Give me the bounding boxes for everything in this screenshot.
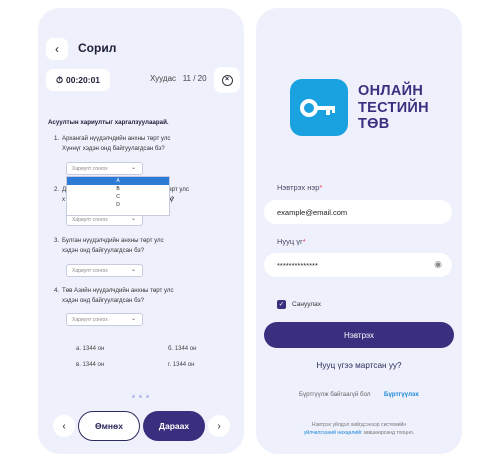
dropdown-option-c[interactable]: C — [67, 193, 169, 201]
close-icon: × — [221, 74, 233, 86]
prev-arrow-button[interactable]: ‹ — [53, 415, 75, 437]
dropdown-option-d[interactable]: D — [67, 201, 169, 209]
password-input[interactable]: ************** ◉ — [264, 253, 452, 277]
answer-select-3[interactable]: Хариулт сонгох ⌄ — [66, 264, 143, 277]
close-button[interactable]: × — [214, 67, 240, 93]
question-text: Төв Азийн нүүдэлчдийн анхны төрт улс хэдэ… — [62, 287, 174, 304]
eye-off-icon[interactable]: ◉ — [434, 259, 442, 270]
logo — [290, 79, 348, 136]
brand-name: ОНЛАЙН ТЕСТИЙН ТӨВ — [358, 83, 429, 132]
terms-link[interactable]: үйлчилгээний нөхцөлийг — [304, 430, 362, 436]
question-text: Архангай нүүдэлчдийн анхны төрт улс Хүннү… — [62, 135, 171, 152]
dropdown-option-b[interactable]: B — [67, 185, 169, 193]
answer-option: г. 1344 он — [168, 362, 195, 368]
chevron-right-icon: › — [217, 420, 221, 432]
answer-select-1[interactable]: Хариулт сонгох ⌄ — [66, 162, 143, 175]
stopwatch-icon: ⏱ — [55, 74, 63, 85]
forgot-password-link[interactable]: Нууц үгээ мартсан уу? — [256, 361, 462, 370]
instruction-text: Асуултын хариултыг харгалзуулаарай. — [48, 119, 169, 126]
next-button[interactable]: Дараах — [143, 411, 205, 441]
chevron-left-icon: ‹ — [55, 42, 59, 56]
back-button[interactable]: ‹ — [46, 38, 68, 60]
login-panel: ОНЛАЙН ТЕСТИЙН ТӨВ Нэвтрэх нэр* example@… — [256, 8, 462, 454]
chevron-down-icon: ⌄ — [130, 165, 136, 171]
answer-option: б. 1344 он — [168, 346, 197, 352]
username-label: Нэвтрэх нэр* — [277, 183, 323, 192]
question-number: 3. — [54, 237, 60, 244]
remember-checkbox[interactable]: ✓ — [277, 300, 286, 309]
remember-label: Сануулах — [292, 301, 321, 308]
answer-option: в. 1344 он — [76, 362, 105, 368]
password-label: Нууц үг* — [277, 237, 306, 246]
register-link[interactable]: Бүртгүүлэх — [384, 391, 419, 398]
terms-text: Нэвтрэх үйлдэл хийгдсэнээр системийн үйл… — [303, 422, 415, 436]
question-text: Булган нүүдэлчдийн анхны төрт улс хэдэн о… — [62, 237, 164, 254]
page-counter-value: 11 / 20 — [182, 74, 207, 83]
chevron-left-icon: ‹ — [62, 420, 66, 432]
username-input[interactable]: example@email.com — [264, 200, 452, 224]
chevron-down-icon: ⌄ — [130, 267, 136, 273]
answer-option: а. 1344 он — [76, 346, 105, 352]
select-placeholder: Хариулт сонгох — [72, 267, 108, 274]
page-title: Сорил — [78, 41, 117, 55]
timer: ⏱ 00:20:01 — [46, 69, 110, 91]
select-placeholder: Хариулт сонгох — [72, 316, 108, 323]
answer-select-4[interactable]: Хариулт сонгох ⌄ — [66, 313, 143, 326]
key-icon — [300, 98, 335, 117]
select-placeholder: Хариулт сонгох — [72, 165, 108, 172]
timer-value: 00:20:01 — [66, 75, 101, 85]
quiz-panel: ‹ Сорил ⏱ 00:20:01 Хуудас 11 / 20 × Асуу… — [38, 8, 244, 454]
chevron-down-icon: ⌄ — [130, 216, 136, 222]
page-indicator — [132, 395, 149, 398]
no-account-text: Бүртгүүлж байгаагүй бол — [299, 391, 371, 398]
page-counter: Хуудас 11 / 20 — [150, 74, 207, 83]
chevron-down-icon: ⌄ — [130, 316, 136, 322]
dropdown-option-a[interactable]: A — [67, 177, 169, 185]
question-number: 2. — [54, 186, 60, 193]
question-number: 1. — [54, 135, 60, 142]
page-counter-label: Хуудас — [150, 74, 177, 83]
answer-dropdown-menu: A B C D — [66, 176, 170, 216]
login-button[interactable]: Нэвтрэх — [264, 322, 454, 348]
select-placeholder: Хариулт сонгох — [72, 216, 108, 223]
question-number: 4. — [54, 287, 60, 294]
prev-button[interactable]: Өмнөх — [78, 411, 140, 441]
next-arrow-button[interactable]: › — [208, 415, 230, 437]
